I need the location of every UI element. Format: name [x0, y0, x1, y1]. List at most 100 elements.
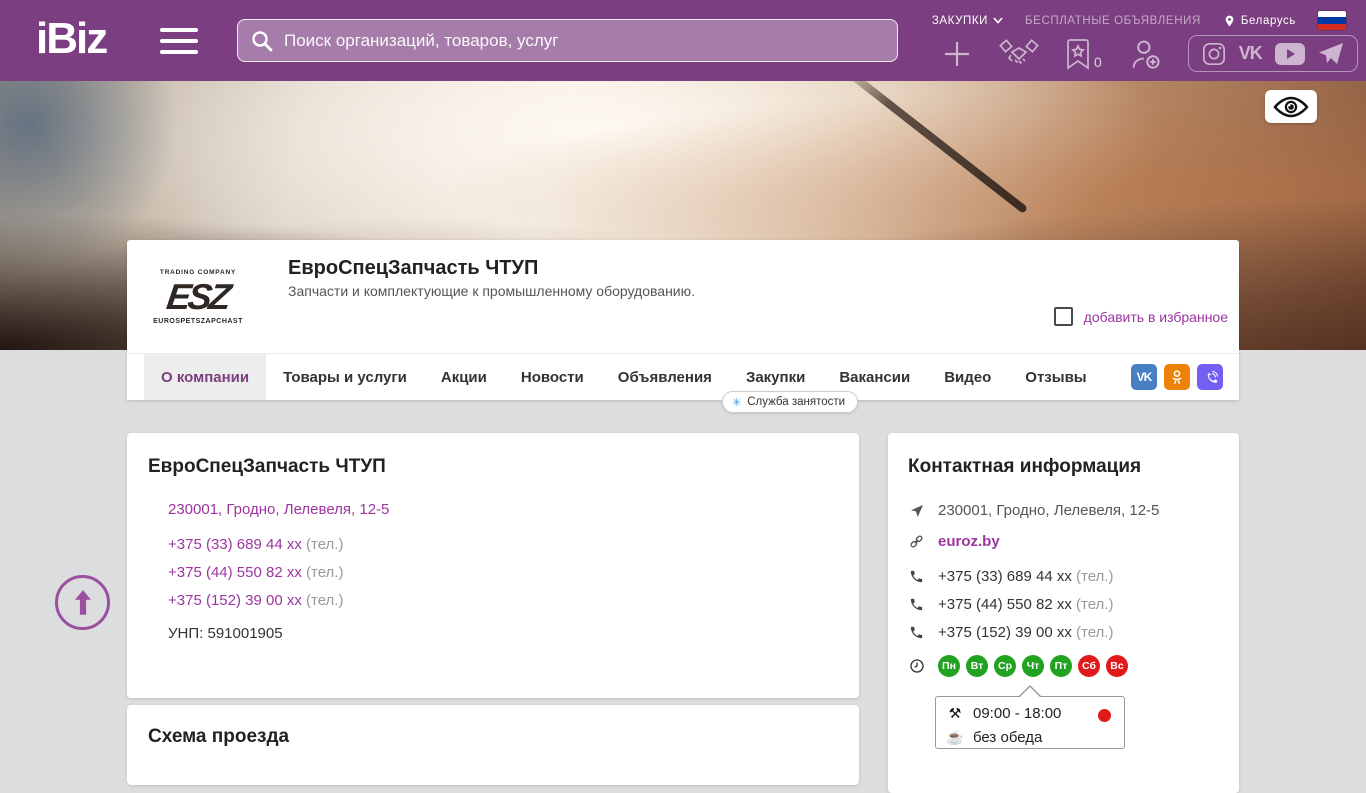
menu-icon[interactable] — [160, 28, 198, 55]
contact-phone-row: +375 (152) 39 00 xx (тел.) — [908, 624, 1113, 641]
search-input[interactable] — [284, 30, 885, 51]
day-badge-tue[interactable]: Вт — [966, 655, 988, 677]
company-social-icons: VK — [1131, 364, 1223, 390]
company-address-link[interactable]: 230001, Гродно, Лелевеля, 12-5 — [168, 501, 389, 518]
instagram-icon[interactable] — [1202, 42, 1226, 66]
company-tab-bar: О компании Товары и услуги Акции Новости… — [127, 353, 1239, 400]
map-title: Схема проезда — [148, 726, 290, 747]
work-tools-icon: ⚒ — [948, 704, 962, 721]
tab-about[interactable]: О компании — [144, 354, 267, 400]
contact-website-row: euroz.by — [908, 533, 1000, 550]
closed-status-dot — [1098, 709, 1111, 722]
phone-icon — [908, 625, 925, 640]
russian-flag-icon[interactable] — [1318, 11, 1346, 30]
weekday-badges: Пн Вт Ср Чт Пт Сб Вс — [938, 655, 1128, 677]
link-icon — [908, 533, 925, 550]
ibiz-logo[interactable]: iBiz — [36, 14, 108, 64]
day-badge-sun[interactable]: Вс — [1106, 655, 1128, 677]
navigation-arrow-icon — [908, 503, 925, 519]
zakupki-label: ЗАКУПКИ — [931, 14, 989, 27]
phone-type: (тел.) — [306, 592, 344, 609]
working-hours-row: Пн Вт Ср Чт Пт Сб Вс — [908, 655, 1128, 677]
about-card: ЕвроСпецЗапчасть ЧТУП 230001, Гродно, Ле… — [127, 433, 859, 698]
country-selector[interactable]: Беларусь — [1223, 13, 1296, 29]
tab-news[interactable]: Новости — [504, 354, 601, 400]
phone-icon — [908, 569, 925, 584]
map-card: Схема проезда — [127, 705, 859, 785]
zakupki-link[interactable]: ЗАКУПКИ — [932, 15, 1003, 27]
pen-in-photo — [841, 81, 1029, 214]
contact-phone-row: +375 (44) 550 82 xx (тел.) — [908, 596, 1113, 613]
viber-icon[interactable] — [1197, 364, 1223, 390]
free-ads-link[interactable]: БЕСПЛАТНЫЕ ОБЪЯВЛЕНИЯ — [1025, 15, 1201, 27]
tab-ads[interactable]: Объявления — [601, 354, 729, 400]
tab-reviews[interactable]: Отзывы — [1008, 354, 1103, 400]
favorite-checkbox[interactable] — [1053, 307, 1073, 326]
day-badge-mon[interactable]: Пн — [938, 655, 960, 677]
contact-phone: +375 (44) 550 82 xx — [938, 596, 1072, 613]
location-pin-icon — [1225, 15, 1234, 26]
views-eye-icon[interactable] — [1265, 90, 1317, 123]
contact-phone-row: +375 (33) 689 44 xx (тел.) — [908, 568, 1113, 585]
phone-row: +375 (44) 550 82 xx (тел.) — [168, 564, 343, 581]
company-name: ЕвроСпецЗапчасть ЧТУП — [288, 257, 539, 279]
tab-products[interactable]: Товары и услуги — [266, 354, 424, 400]
employment-service-tooltip: ✳ Служба занятости — [722, 391, 859, 413]
favorite-label: добавить в избранное — [1083, 308, 1228, 325]
add-to-favorites[interactable]: добавить в избранное — [1053, 307, 1228, 326]
tab-video[interactable]: Видео — [927, 354, 1008, 400]
person-add-icon[interactable] — [1128, 37, 1162, 71]
lunch-label: без обеда — [973, 728, 1043, 746]
favorites-count: 0 — [1094, 53, 1102, 70]
company-description: Запчасти и комплектующие к промышленному… — [288, 283, 696, 299]
handshake-icon[interactable] — [999, 38, 1039, 70]
hours-popup: ⚒ 09:00 - 18:00 ☕ без обеда — [935, 685, 1125, 749]
contact-phone: +375 (152) 39 00 xx — [938, 624, 1072, 641]
clock-icon — [908, 658, 925, 674]
logo-top-text: TRADING COMPANY — [159, 269, 237, 276]
chevron-down-icon — [993, 17, 1003, 24]
header-icon-row: 0 VK — [941, 35, 1358, 72]
company-logo: TRADING COMPANY ESZ EUROSPETSZAPCHAST — [153, 253, 243, 341]
employment-service-label: Служба занятости — [747, 396, 846, 408]
youtube-icon[interactable] — [1274, 42, 1305, 65]
unp-number: УНП: 591001905 — [168, 625, 283, 642]
contact-info-card: Контактная информация 230001, Гродно, Ле… — [888, 433, 1239, 793]
phone-link[interactable]: +375 (152) 39 00 xx — [168, 592, 302, 609]
about-title: ЕвроСпецЗапчасть ЧТУП — [148, 456, 386, 477]
scroll-to-top-button[interactable] — [55, 575, 110, 630]
day-badge-thu[interactable]: Чт — [1022, 655, 1044, 677]
website-link[interactable]: euroz.by — [938, 533, 1000, 550]
odnoklassniki-icon[interactable] — [1164, 364, 1190, 390]
contact-title: Контактная информация — [908, 456, 1142, 477]
employment-service-icon: ✳ — [732, 396, 742, 409]
lunch-coffee-icon: ☕ — [946, 728, 964, 745]
phone-icon — [908, 597, 925, 612]
vk-icon[interactable]: VK — [1239, 43, 1263, 64]
phone-link[interactable]: +375 (33) 689 44 xx — [168, 536, 302, 553]
phone-row: +375 (152) 39 00 xx (тел.) — [168, 592, 343, 609]
top-links: ЗАКУПКИ БЕСПЛАТНЫЕ ОБЪЯВЛЕНИЯ Беларусь — [932, 11, 1346, 30]
search-icon — [252, 30, 273, 51]
day-badge-wed[interactable]: Ср — [994, 655, 1016, 677]
top-header: iBiz ЗАКУПКИ БЕСПЛАТНЫЕ ОБЪЯВЛЕНИЯ Белар… — [0, 0, 1366, 81]
phone-type: (тел.) — [1076, 568, 1114, 585]
phone-type: (тел.) — [1076, 624, 1114, 641]
phone-type: (тел.) — [306, 536, 344, 553]
phone-type: (тел.) — [1076, 596, 1114, 613]
favorites-bookmark-icon[interactable]: 0 — [1065, 37, 1102, 71]
contact-phone: +375 (33) 689 44 xx — [938, 568, 1072, 585]
contact-address: 230001, Гродно, Лелевеля, 12-5 — [938, 502, 1160, 519]
day-badge-sat[interactable]: Сб — [1078, 655, 1100, 677]
telegram-icon[interactable] — [1318, 42, 1344, 66]
contact-address-row: 230001, Гродно, Лелевеля, 12-5 — [908, 502, 1159, 519]
add-plus-icon[interactable] — [941, 38, 973, 70]
vk-share-icon[interactable]: VK — [1131, 364, 1157, 390]
company-header-card: TRADING COMPANY ESZ EUROSPETSZAPCHAST Ев… — [127, 240, 1239, 400]
logo-abbr-text: ESZ — [164, 276, 232, 317]
day-badge-fri[interactable]: Пт — [1050, 655, 1072, 677]
logo-bottom-text: EUROSPETSZAPCHAST — [153, 318, 243, 325]
country-label: Беларусь — [1240, 14, 1296, 27]
phone-link[interactable]: +375 (44) 550 82 xx — [168, 564, 302, 581]
tab-promotions[interactable]: Акции — [424, 354, 504, 400]
